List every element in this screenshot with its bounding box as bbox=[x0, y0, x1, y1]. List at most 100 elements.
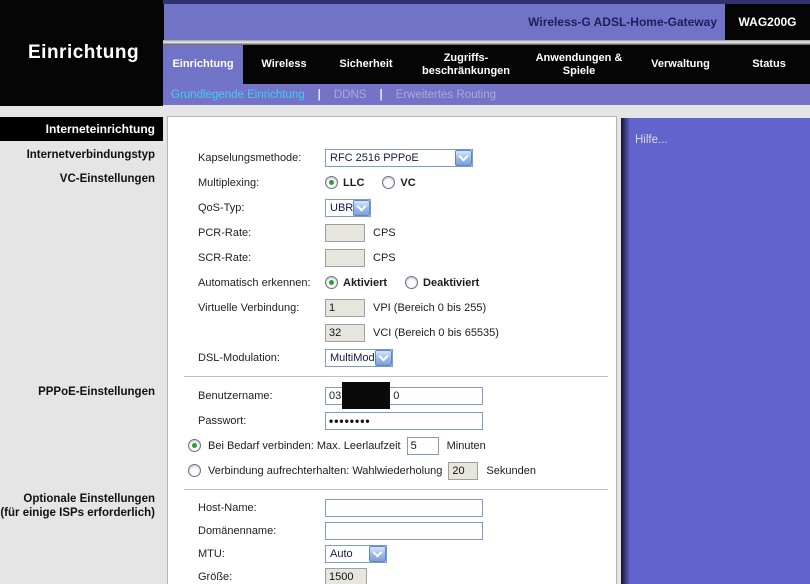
multiplexing-llc-radio[interactable] bbox=[325, 176, 338, 189]
encapsulation-row: Kapselungsmethode: RFC 2516 PPPoE bbox=[198, 145, 610, 170]
max-idle-unit: Minuten bbox=[447, 440, 486, 452]
connect-on-demand-row: Bei Bedarf verbinden: Max. Leerlaufzeit … bbox=[188, 433, 610, 458]
tab-einrichtung[interactable]: Einrichtung bbox=[163, 45, 243, 84]
chevron-down-icon bbox=[369, 546, 386, 562]
autodetect-row: Automatisch erkennen: Aktiviert Deaktivi… bbox=[198, 270, 610, 295]
password-label: Passwort: bbox=[198, 415, 325, 427]
vpi-input[interactable] bbox=[325, 299, 365, 317]
username-value-end: 0 bbox=[393, 390, 399, 402]
autodetect-disabled-label: Deaktiviert bbox=[423, 277, 479, 289]
chevron-down-icon bbox=[375, 350, 392, 366]
virtual-circuit-label: Virtuelle Verbindung: bbox=[198, 302, 325, 314]
multiplexing-vc-radio[interactable] bbox=[382, 176, 395, 189]
pcr-label: PCR-Rate: bbox=[198, 227, 325, 239]
chevron-down-icon bbox=[353, 200, 370, 216]
pcr-unit: CPS bbox=[373, 227, 396, 239]
help-link: Hilfe... bbox=[635, 134, 668, 146]
subnav-separator: | bbox=[318, 89, 321, 101]
optional-label-line1: Optionale Einstellungen bbox=[0, 492, 155, 506]
scr-row: SCR-Rate: CPS bbox=[198, 245, 610, 270]
vci-row: VCI (Bereich 0 bis 65535) bbox=[198, 320, 610, 345]
connect-on-demand-radio[interactable] bbox=[188, 439, 201, 452]
chevron-down-icon bbox=[455, 150, 472, 166]
section-divider bbox=[184, 489, 608, 490]
scr-input[interactable] bbox=[325, 249, 365, 267]
tab-zugriffsbeschraenkungen[interactable]: Zugriffs- beschränkungen bbox=[407, 45, 525, 84]
hostname-input[interactable] bbox=[325, 499, 483, 517]
multiplexing-label: Multiplexing: bbox=[198, 177, 325, 189]
max-idle-input[interactable] bbox=[407, 437, 439, 455]
hostname-label: Host-Name: bbox=[198, 502, 325, 514]
tab-verwaltung[interactable]: Verwaltung bbox=[633, 45, 728, 84]
password-input[interactable] bbox=[325, 412, 483, 430]
size-label: Größe: bbox=[198, 571, 325, 583]
sidebar-label-internetverbindungstyp: Internetverbindungstyp bbox=[0, 148, 163, 162]
vpi-range-hint: VPI (Bereich 0 bis 255) bbox=[373, 302, 486, 314]
size-input[interactable] bbox=[325, 568, 367, 584]
multiplexing-row: Multiplexing: LLC VC bbox=[198, 170, 610, 195]
username-value-start: 03 bbox=[329, 390, 341, 402]
encapsulation-label: Kapselungsmethode: bbox=[198, 152, 325, 164]
mtu-row: MTU: Auto bbox=[198, 542, 610, 565]
tab-sicherheit[interactable]: Sicherheit bbox=[325, 45, 407, 84]
mtu-select[interactable]: Auto bbox=[325, 545, 387, 563]
subnav-erweitertes-routing[interactable]: Erweitertes Routing bbox=[396, 89, 496, 101]
password-row: Passwort: bbox=[198, 408, 610, 433]
pcr-input[interactable] bbox=[325, 224, 365, 242]
keep-alive-label: Verbindung aufrechterhalten: Wahlwiederh… bbox=[208, 465, 442, 477]
username-row: Benutzername: 03 0 bbox=[198, 383, 610, 408]
subnav-grundlegende-einrichtung[interactable]: Grundlegende Einrichtung bbox=[171, 89, 305, 101]
scr-unit: CPS bbox=[373, 252, 396, 264]
vpi-row: Virtuelle Verbindung: VPI (Bereich 0 bis… bbox=[198, 295, 610, 320]
domain-input[interactable] bbox=[325, 522, 483, 540]
qos-select[interactable]: UBR bbox=[325, 199, 371, 217]
subnav-separator: | bbox=[379, 89, 382, 101]
subnav-ddns[interactable]: DDNS bbox=[334, 89, 367, 101]
mtu-label: MTU: bbox=[198, 548, 325, 560]
logo-area: Einrichtung bbox=[0, 0, 163, 106]
product-title: Wireless-G ADSL-Home-Gateway bbox=[164, 4, 725, 40]
section-divider bbox=[184, 376, 608, 377]
size-row: Größe: bbox=[198, 565, 610, 584]
dsl-modulation-row: DSL-Modulation: MultiMode bbox=[198, 345, 610, 370]
domain-row: Domänenname: bbox=[198, 519, 610, 542]
multiplexing-vc-label: VC bbox=[400, 177, 415, 189]
help-panel-shadow bbox=[621, 118, 630, 584]
page-title: Einrichtung bbox=[28, 42, 139, 64]
main-nav: Einrichtung Wireless Sicherheit Zugriffs… bbox=[163, 45, 810, 84]
redaction-overlay bbox=[342, 382, 390, 409]
pcr-row: PCR-Rate: CPS bbox=[198, 220, 610, 245]
qos-label: QoS-Typ: bbox=[198, 202, 325, 214]
vci-range-hint: VCI (Bereich 0 bis 65535) bbox=[373, 327, 499, 339]
scr-label: SCR-Rate: bbox=[198, 252, 325, 264]
sidebar-label-optionale-einstellungen: Optionale Einstellungen (für einige ISPs… bbox=[0, 492, 163, 520]
vci-input[interactable] bbox=[325, 324, 365, 342]
connect-on-demand-label: Bei Bedarf verbinden: Max. Leerlaufzeit bbox=[208, 440, 401, 452]
hostname-row: Host-Name: bbox=[198, 496, 610, 519]
tab-wireless[interactable]: Wireless bbox=[243, 45, 325, 84]
keep-alive-radio[interactable] bbox=[188, 464, 201, 477]
sidebar-label-pppoe-einstellungen: PPPoE-Einstellungen bbox=[0, 385, 163, 399]
autodetect-label: Automatisch erkennen: bbox=[198, 277, 325, 289]
settings-form-panel: Kapselungsmethode: RFC 2516 PPPoE Multip… bbox=[167, 116, 617, 584]
qos-row: QoS-Typ: UBR bbox=[198, 195, 610, 220]
username-input[interactable]: 03 0 bbox=[325, 387, 483, 405]
help-panel: Hilfe... bbox=[621, 118, 810, 584]
tab-anwendungen-spiele[interactable]: Anwendungen & Spiele bbox=[525, 45, 633, 84]
redial-period-input[interactable] bbox=[448, 462, 478, 480]
sidebar-section-interneteinrichtung: Interneteinrichtung bbox=[0, 117, 163, 141]
multiplexing-llc-label: LLC bbox=[343, 177, 364, 189]
autodetect-disabled-radio[interactable] bbox=[405, 276, 418, 289]
optional-label-line2: (für einige ISPs erforderlich) bbox=[0, 506, 155, 520]
autodetect-enabled-radio[interactable] bbox=[325, 276, 338, 289]
sub-nav: Grundlegende Einrichtung | DDNS | Erweit… bbox=[163, 84, 810, 105]
autodetect-enabled-label: Aktiviert bbox=[343, 277, 387, 289]
dsl-modulation-select[interactable]: MultiMode bbox=[325, 349, 393, 367]
tab-status[interactable]: Status bbox=[728, 45, 810, 84]
dsl-modulation-label: DSL-Modulation: bbox=[198, 352, 325, 364]
keep-alive-row: Verbindung aufrechterhalten: Wahlwiederh… bbox=[188, 458, 610, 483]
redial-period-unit: Sekunden bbox=[486, 465, 536, 477]
username-label: Benutzername: bbox=[198, 390, 325, 402]
domain-label: Domänenname: bbox=[198, 525, 325, 537]
encapsulation-select[interactable]: RFC 2516 PPPoE bbox=[325, 149, 473, 167]
